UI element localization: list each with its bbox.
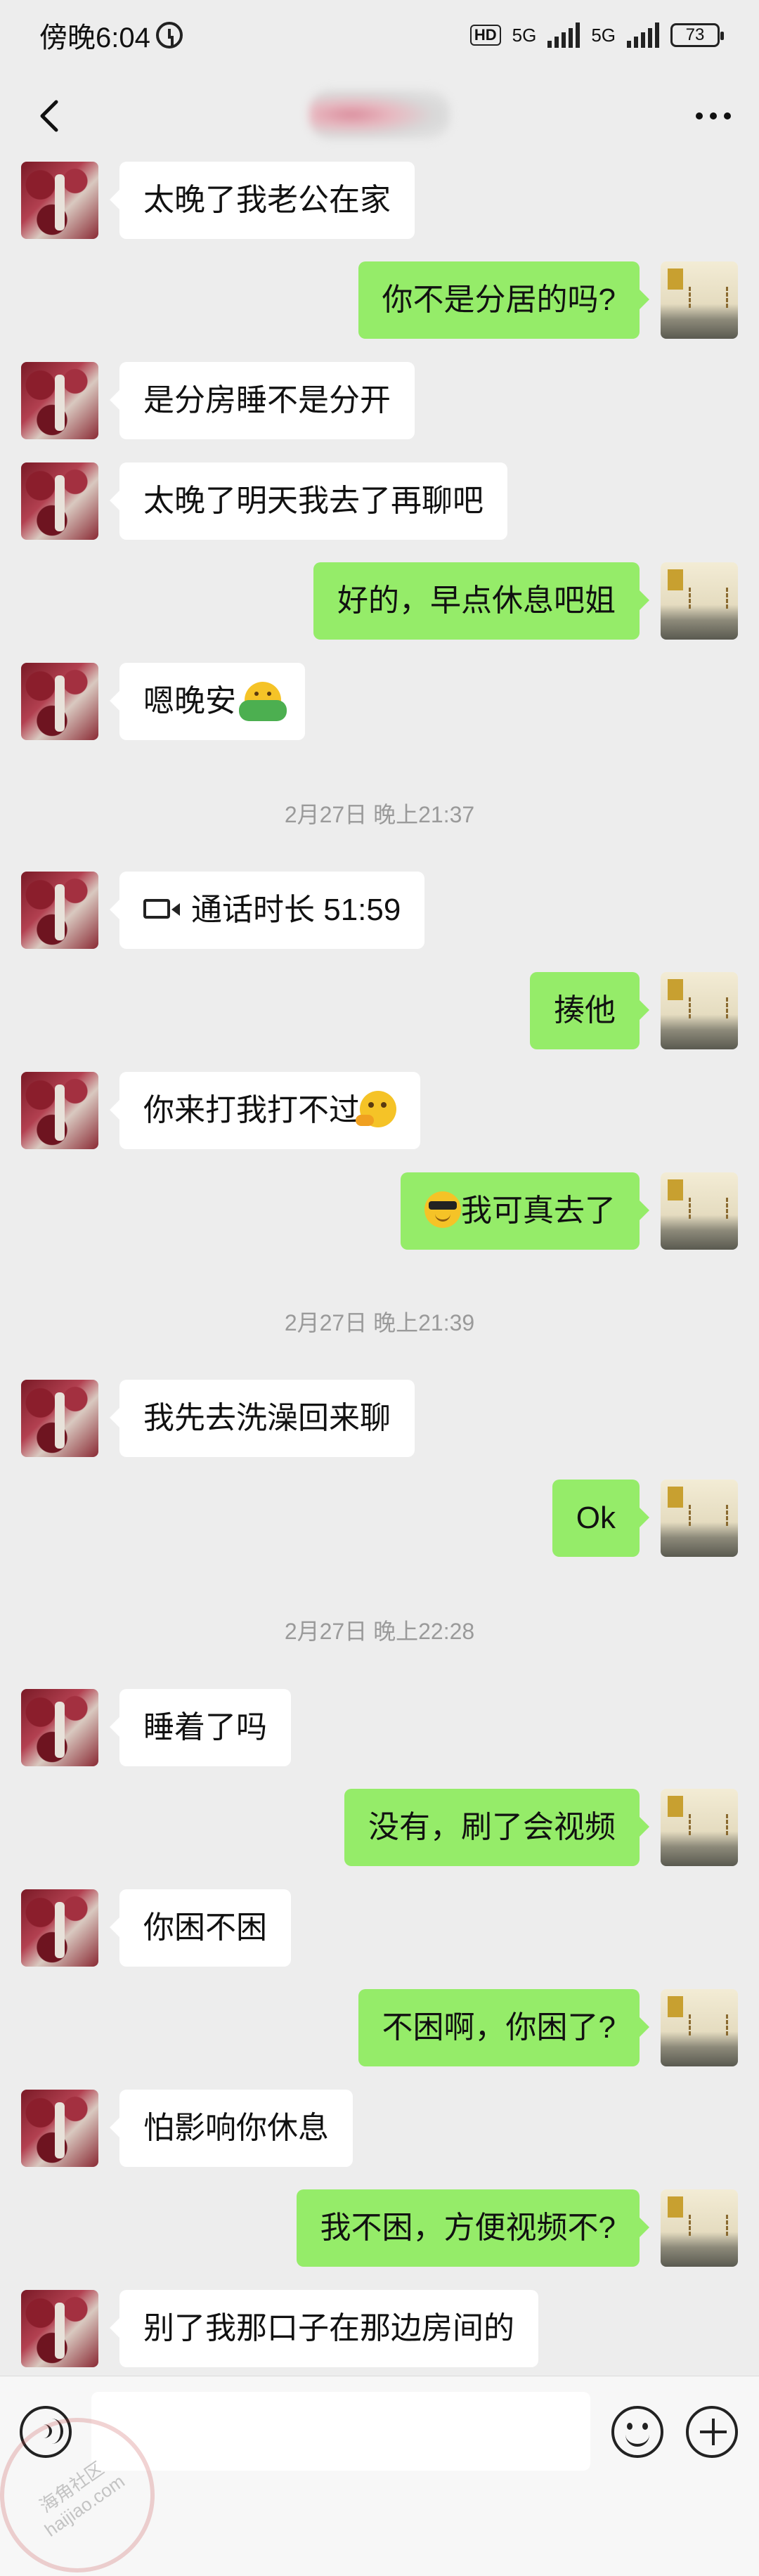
sunglasses-emoji-icon <box>424 1191 461 1229</box>
contact-avatar[interactable] <box>21 663 98 740</box>
message-bubble-outgoing[interactable]: 我可真去了 <box>401 1172 649 1250</box>
chevron-left-icon <box>40 100 58 132</box>
self-avatar[interactable] <box>661 1480 738 1557</box>
status-time-group: 傍晚6:04 <box>39 15 183 56</box>
contact-avatar[interactable] <box>21 362 98 439</box>
emoji-icon[interactable] <box>611 2406 663 2458</box>
network-label-1: 5G <box>512 24 537 46</box>
self-avatar[interactable] <box>661 1172 738 1250</box>
message-bubble-incoming[interactable]: 太晚了明天我去了再聊吧 <box>110 462 507 540</box>
status-time: 傍晚6:04 <box>39 22 150 53</box>
message-bubble-outgoing[interactable]: Ok <box>552 1480 650 1557</box>
contact-avatar[interactable] <box>21 462 98 540</box>
message-bubble-incoming[interactable]: 是分房睡不是分开 <box>110 362 415 439</box>
message-bubble-incoming[interactable]: 你来打我打不过 <box>110 1072 420 1149</box>
self-avatar[interactable] <box>661 562 738 640</box>
video-call-record[interactable]: 通话时长 51:59 <box>109 872 425 949</box>
chat-header <box>0 70 759 162</box>
hd-badge: HD <box>469 25 501 46</box>
message-bubble-incoming[interactable]: 我先去洗澡回来聊 <box>110 1380 415 1457</box>
message-bubble-outgoing[interactable]: 我不困，方便视频不? <box>296 2189 650 2267</box>
network-label-2: 5G <box>591 24 616 46</box>
back-button[interactable] <box>28 95 70 137</box>
chat-timestamp: 2月27日 晚上21:37 <box>284 802 475 827</box>
message-bubble-outgoing[interactable]: 揍他 <box>530 972 649 1049</box>
message-bubble-incoming[interactable]: 嗯晚安 <box>109 663 306 740</box>
contact-avatar[interactable] <box>21 872 98 949</box>
signal-icon <box>627 22 659 48</box>
message-bubble-incoming[interactable]: 太晚了我老公在家 <box>110 162 415 239</box>
contact-avatar[interactable] <box>21 1889 98 1967</box>
self-avatar[interactable] <box>661 1789 738 1866</box>
message-bubble-incoming[interactable]: 别了我那口子在那边房间的 <box>110 2290 538 2367</box>
signal-icon <box>547 22 580 48</box>
message-input[interactable] <box>91 2392 590 2471</box>
self-avatar[interactable] <box>661 261 738 339</box>
video-call-icon <box>143 899 180 919</box>
status-indicators: HD 5G 5G 73 <box>469 22 724 48</box>
thinking-emoji-icon <box>356 1091 396 1128</box>
message-bubble-incoming[interactable]: 怕影响你休息 <box>110 2090 353 2167</box>
chat-timestamp: 2月27日 晚上21:39 <box>284 1310 475 1335</box>
more-button[interactable] <box>696 112 731 119</box>
contact-avatar[interactable] <box>21 162 98 239</box>
contact-avatar[interactable] <box>21 1072 98 1149</box>
status-bar: 傍晚6:04 HD 5G 5G 73 <box>0 0 759 70</box>
self-avatar[interactable] <box>661 1989 738 2066</box>
contact-avatar[interactable] <box>21 2090 98 2167</box>
message-bubble-incoming[interactable]: 你困不困 <box>110 1889 291 1967</box>
contact-avatar[interactable] <box>21 1689 98 1766</box>
message-bubble-outgoing[interactable]: 你不是分居的吗? <box>358 261 650 339</box>
battery-icon: 73 <box>670 23 724 47</box>
more-dots-icon <box>696 112 703 119</box>
contact-avatar[interactable] <box>21 2290 98 2367</box>
message-bubble-outgoing[interactable]: 没有，刷了会视频 <box>344 1789 649 1866</box>
message-bubble-incoming[interactable]: 睡着了吗 <box>110 1689 291 1766</box>
hug-emoji-icon <box>239 682 287 722</box>
contact-name-blurred <box>309 90 450 139</box>
message-bubble-outgoing[interactable]: 好的，早点休息吧姐 <box>313 562 649 640</box>
chat-timestamp: 2月27日 晚上22:28 <box>284 1619 475 1644</box>
self-avatar[interactable] <box>661 2189 738 2267</box>
contact-avatar[interactable] <box>21 1380 98 1457</box>
alarm-icon <box>155 22 183 48</box>
message-bubble-outgoing[interactable]: 不困啊，你困了? <box>358 1989 650 2066</box>
plus-icon[interactable] <box>686 2406 738 2458</box>
self-avatar[interactable] <box>661 972 738 1049</box>
